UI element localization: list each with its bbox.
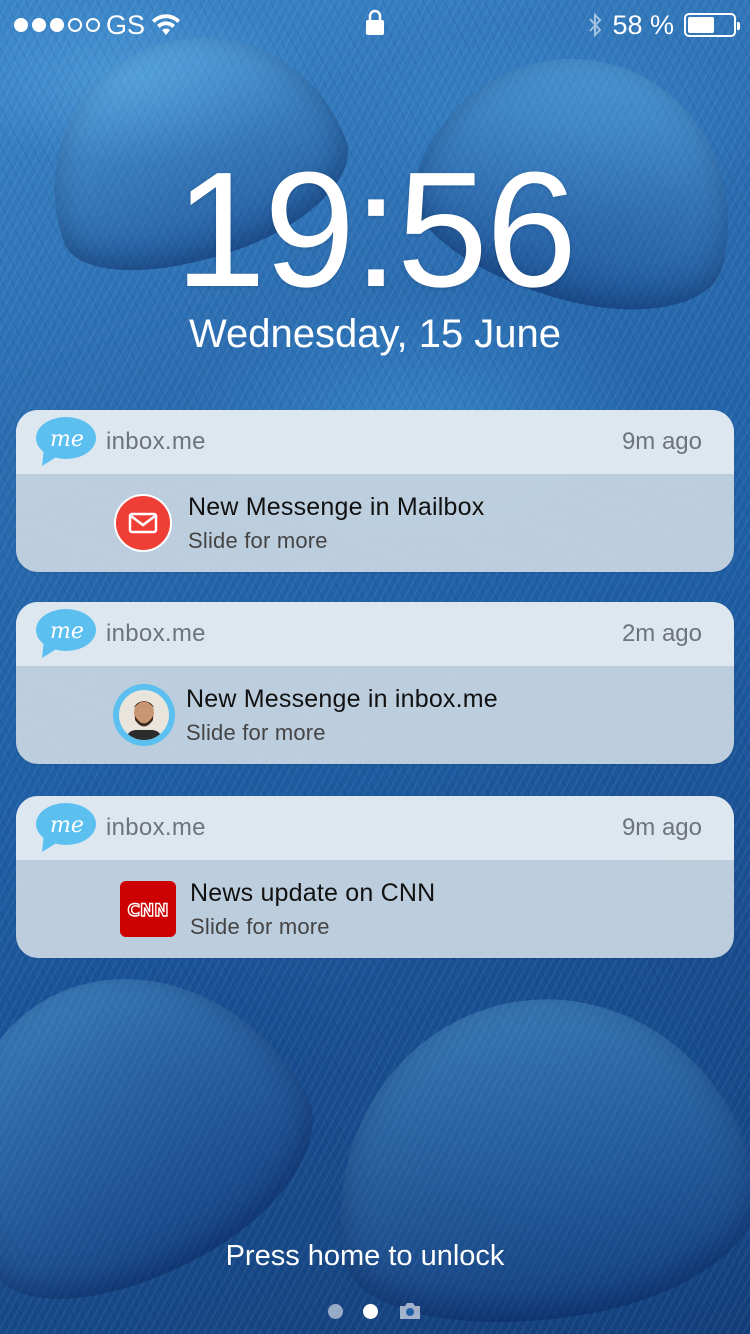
notification-title: News update on CNN [190, 878, 436, 907]
lock-screen-date: Wednesday, 15 June [188, 312, 562, 356]
status-bar: GS 58 % [0, 0, 750, 50]
notification-app-name: inbox.me [106, 814, 206, 841]
lock-icon [366, 9, 384, 35]
battery-percentage: 58 % [612, 9, 674, 40]
notification-card[interactable]: me inbox.me 2m ago New Messenge in inbox… [16, 602, 734, 764]
notification-card[interactable]: me inbox.me 9m ago CNN News update on CN… [16, 796, 734, 958]
notification-time: 9m ago [621, 428, 702, 455]
notification-texts: New Messenge in Mailbox Slide for more [188, 493, 484, 554]
app-icon-text: me [50, 619, 84, 644]
notification-subtitle: Slide for more [186, 719, 326, 745]
notification-body: New Messenge in Mailbox Slide for more [16, 474, 734, 572]
notification-texts: News update on CNN Slide for more [190, 879, 435, 940]
notification-app-name: inbox.me [106, 428, 206, 455]
carrier-name: GS [106, 9, 146, 40]
notification-texts: New Messenge in inbox.me Slide for more [186, 685, 498, 746]
app-icon-text: me [50, 813, 84, 838]
avatar [113, 684, 175, 746]
signal-dot [50, 18, 64, 32]
signal-dot [68, 18, 82, 32]
status-right: 58 % [588, 9, 740, 41]
inbox-me-app-icon: me [36, 803, 96, 852]
notification-header: me inbox.me 9m ago [16, 410, 734, 474]
status-left: GS [14, 10, 181, 41]
unlock-hint: Press home to unlock [225, 1240, 505, 1272]
page-dot-active [363, 1303, 378, 1319]
bluetooth-icon [589, 12, 602, 38]
signal-dot [14, 18, 28, 32]
lock-screen-clock: 19:56 [174, 138, 577, 321]
notification-body: CNN News update on CNN Slide for more [16, 860, 734, 958]
notification-time: 2m ago [621, 620, 702, 647]
inbox-me-app-icon: me [36, 609, 96, 658]
camera-icon[interactable] [398, 1302, 422, 1320]
inbox-me-app-icon: me [36, 417, 96, 466]
signal-dot [32, 18, 46, 32]
page-dot [328, 1303, 343, 1319]
battery-icon [684, 13, 740, 37]
page-indicator[interactable] [0, 1302, 750, 1320]
app-icon-text: me [50, 427, 84, 452]
wifi-icon [152, 14, 181, 35]
signal-strength-icon [14, 18, 100, 32]
cnn-logo-icon: CNN [120, 881, 176, 937]
notification-title: New Messenge in Mailbox [188, 492, 485, 521]
mail-icon [114, 494, 172, 552]
notification-header: me inbox.me 9m ago [16, 796, 734, 860]
wallpaper-feather [305, 965, 750, 1334]
notification-subtitle: Slide for more [190, 913, 330, 939]
notification-card[interactable]: me inbox.me 9m ago New Messenge in Mailb… [16, 410, 734, 572]
notification-subtitle: Slide for more [188, 527, 328, 553]
signal-dot [86, 18, 100, 32]
notification-body: New Messenge in inbox.me Slide for more [16, 666, 734, 764]
notification-header: me inbox.me 2m ago [16, 602, 734, 666]
notification-app-name: inbox.me [106, 620, 206, 647]
notification-time: 9m ago [621, 814, 702, 841]
battery-level [688, 17, 714, 33]
cnn-logo-text: CNN [128, 901, 169, 921]
notification-title: New Messenge in inbox.me [186, 684, 498, 713]
